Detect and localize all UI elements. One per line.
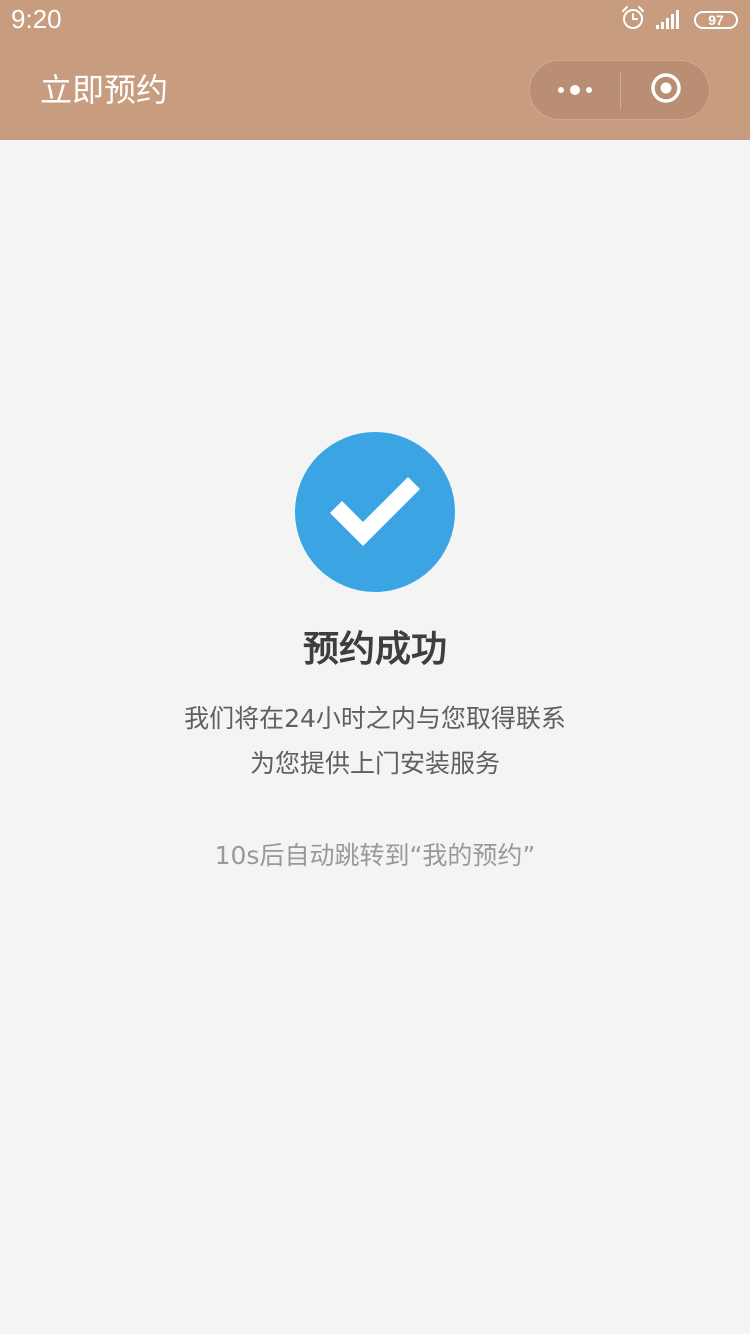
signal-icon	[656, 7, 684, 33]
more-dots-icon	[557, 81, 593, 100]
redirect-hint: 10s后自动跳转到“我的预约”	[214, 841, 536, 870]
close-target-icon	[650, 72, 682, 108]
success-description-line-2: 为您提供上门安装服务	[249, 749, 500, 778]
success-title: 预约成功	[302, 629, 447, 670]
status-bar: 9:20 97	[0, 0, 750, 40]
success-check-icon	[295, 432, 455, 592]
battery-level: 97	[708, 12, 724, 28]
close-button[interactable]	[621, 61, 710, 119]
more-button[interactable]	[530, 61, 620, 119]
app-header: 9:20 97 立即预约	[0, 0, 750, 140]
battery-icon: 97	[694, 11, 738, 29]
status-time: 9:20	[11, 4, 62, 34]
alarm-icon	[620, 5, 646, 35]
status-icons: 97	[620, 6, 738, 34]
page-title: 立即预约	[40, 71, 169, 109]
success-description-line-1: 我们将在24小时之内与您取得联系	[184, 704, 566, 733]
mini-program-capsule	[529, 60, 710, 120]
